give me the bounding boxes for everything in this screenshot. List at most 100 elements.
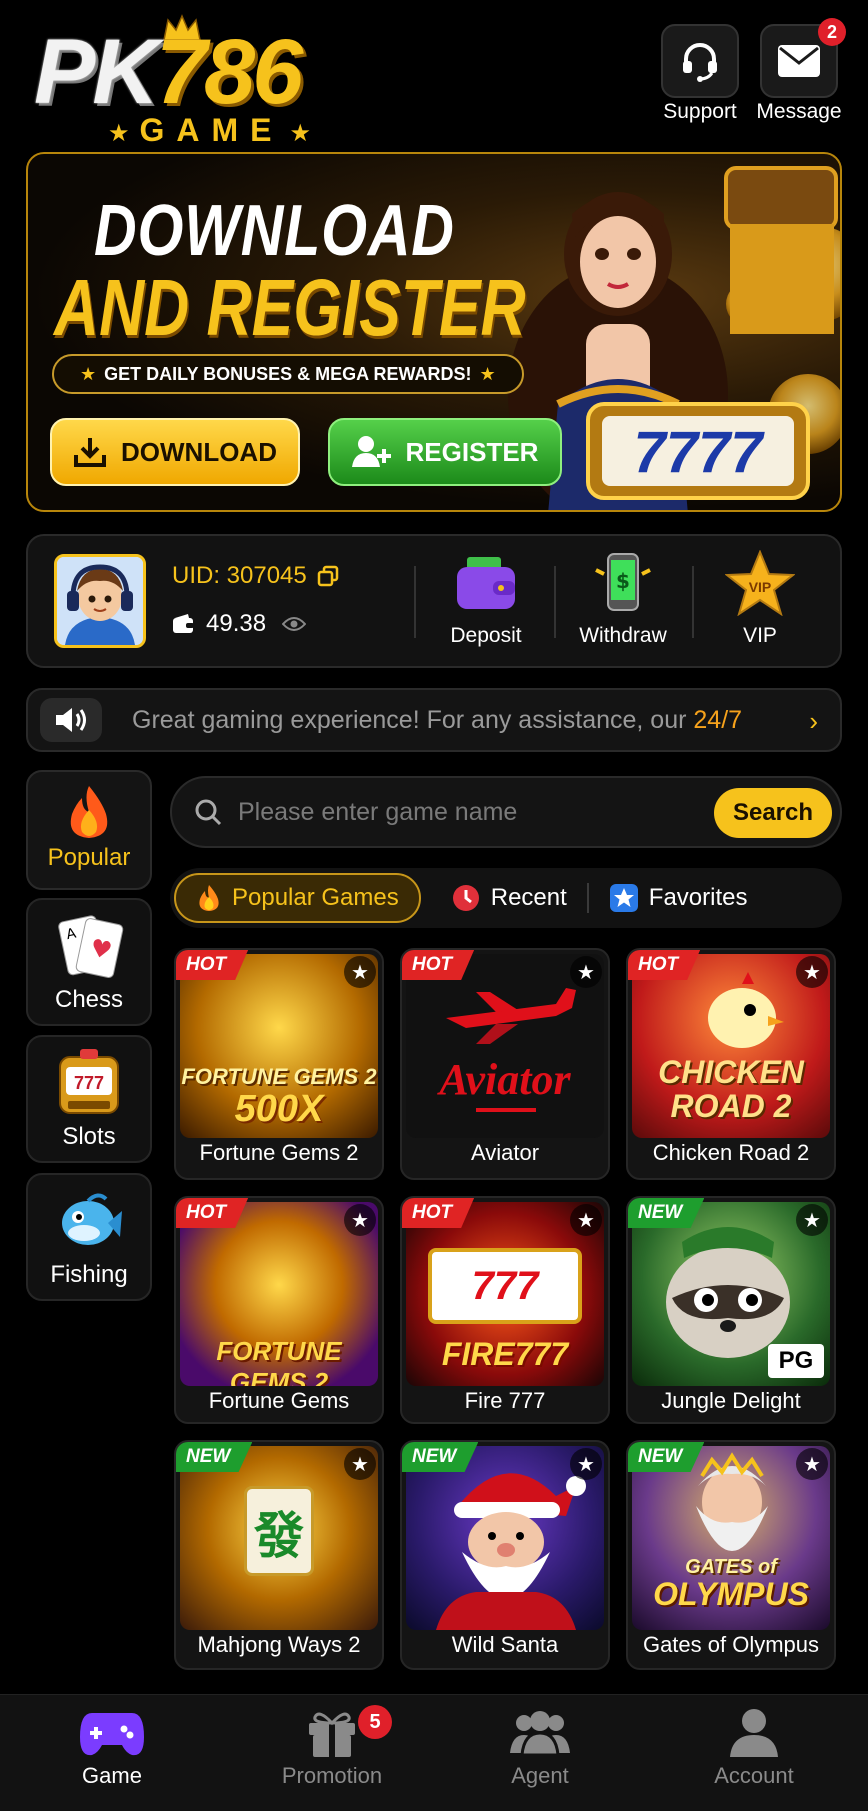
- gamepad-icon: [80, 1713, 144, 1756]
- add-user-icon: [351, 436, 391, 467]
- tab-favorites[interactable]: Favorites: [589, 873, 768, 923]
- fire-icon: [70, 786, 108, 838]
- game-name: Fortune Gems: [208, 1388, 350, 1413]
- category-chess[interactable]: A♠ ♥ Chess: [26, 898, 152, 1026]
- divider: [554, 566, 556, 638]
- search-button[interactable]: Search: [714, 788, 832, 838]
- favorite-star-icon[interactable]: ★: [570, 1204, 602, 1236]
- nav-agent[interactable]: Agent: [460, 1707, 620, 1789]
- favorite-star-icon[interactable]: ★: [796, 1448, 828, 1480]
- support-label: Support: [663, 100, 737, 123]
- game-tabs: Popular Games Recent Favorites: [170, 868, 842, 928]
- balance: 49.38: [172, 610, 307, 638]
- game-card[interactable]: 777 FIRE777 HOT ★ Fire 777: [400, 1196, 610, 1424]
- favorite-star-icon[interactable]: ★: [570, 1448, 602, 1480]
- favorite-star-icon[interactable]: ★: [344, 1448, 376, 1480]
- game-card[interactable]: FORTUNE GEMS 2 HOT ★ Fortune Gems: [174, 1196, 384, 1424]
- cards-icon: A♠ ♥: [58, 915, 124, 979]
- envelope-icon: [778, 45, 820, 77]
- game-card[interactable]: FORTUNE GEMS 2 500X HOT ★ Fortune Gems 2: [174, 948, 384, 1180]
- logo-text: PK786: [34, 21, 303, 123]
- game-name: Chicken Road 2: [652, 1140, 810, 1165]
- game-name: Mahjong Ways 2: [197, 1632, 361, 1657]
- game-name: Fortune Gems 2: [199, 1140, 359, 1165]
- deposit-button[interactable]: Deposit: [426, 548, 546, 658]
- promo-banner[interactable]: A A ♠ 7777 DOWNLOAD AND REGISTER ★ GET D…: [26, 152, 842, 512]
- slot-reels-text: 7777: [633, 420, 765, 485]
- wallet-icon: [173, 614, 194, 633]
- bottom-nav: Game Promotion 5 Agent Account: [0, 1694, 868, 1811]
- message-badge: 2: [818, 18, 846, 46]
- logo-subtitle: ★ GAME ★: [108, 112, 312, 148]
- game-card[interactable]: 發 NEW ★ Mahjong Ways 2: [174, 1440, 384, 1670]
- user-id: UID: 307045: [172, 562, 339, 590]
- support-button[interactable]: [661, 24, 739, 98]
- search-icon: [195, 799, 222, 826]
- tab-recent[interactable]: Recent: [431, 873, 587, 923]
- game-card[interactable]: PG NEW ★ Jungle Delight: [626, 1196, 836, 1424]
- banner-title-line2: AND REGISTER: [54, 263, 526, 352]
- svg-text:777: 777: [74, 1073, 104, 1093]
- favorite-star-icon[interactable]: ★: [570, 956, 602, 988]
- vip-star-icon: VIP: [725, 550, 795, 616]
- group-icon: [510, 1711, 570, 1757]
- message-label: Message: [756, 100, 842, 123]
- promotion-badge: 5: [358, 1705, 392, 1739]
- game-name: Aviator: [470, 1140, 540, 1165]
- star-icon: [609, 884, 638, 912]
- download-icon: [74, 438, 106, 467]
- chevron-right-icon[interactable]: ›: [809, 706, 818, 737]
- category-fishing[interactable]: Fishing: [26, 1173, 152, 1301]
- game-name: Jungle Delight: [661, 1388, 801, 1413]
- nav-game[interactable]: Game: [32, 1707, 192, 1789]
- register-button[interactable]: REGISTER: [328, 418, 562, 486]
- game-name: Fire 777: [464, 1388, 546, 1413]
- game-name: Wild Santa: [451, 1632, 559, 1657]
- copy-icon[interactable]: [317, 565, 339, 587]
- headset-icon: [683, 43, 717, 82]
- pk786-logo[interactable]: PK786 ★ GAME ★: [34, 14, 414, 148]
- gift-icon: [309, 1712, 355, 1757]
- notice-bar[interactable]: Great gaming experience! For any assista…: [26, 688, 842, 752]
- category-slots[interactable]: 777 Slots: [26, 1035, 152, 1163]
- tab-popular-games[interactable]: Popular Games: [174, 873, 421, 923]
- user-card: UID: 307045 49.38 Deposit $ Withdraw VIP…: [26, 534, 842, 668]
- nav-account[interactable]: Account: [674, 1707, 834, 1789]
- vip-button[interactable]: VIP VIP: [700, 548, 820, 658]
- divider: [414, 566, 416, 638]
- fire-icon: [199, 885, 219, 911]
- avatar-image: [57, 557, 143, 645]
- download-button[interactable]: DOWNLOAD: [50, 418, 300, 486]
- game-card[interactable]: CHICKEN ROAD 2 HOT ★ Chicken Road 2: [626, 948, 836, 1180]
- search-input[interactable]: [238, 797, 678, 827]
- game-card[interactable]: GATES of OLYMPUS NEW ★ Gates of Olympus: [626, 1440, 836, 1670]
- phone-cash-icon: $: [595, 553, 651, 611]
- banner-tagline: ★ GET DAILY BONUSES & MEGA REWARDS! ★: [52, 354, 524, 394]
- avatar[interactable]: [54, 554, 146, 648]
- notice-text: Great gaming experience! For any assista…: [132, 705, 743, 734]
- game-card[interactable]: NEW ★ Wild Santa: [400, 1440, 610, 1670]
- clock-icon: [452, 885, 479, 911]
- banner-title-line1: DOWNLOAD: [94, 191, 455, 271]
- withdraw-button[interactable]: $ Withdraw: [563, 548, 683, 658]
- favorite-star-icon[interactable]: ★: [796, 1204, 828, 1236]
- wallet-icon: [457, 557, 515, 609]
- fish-icon: [62, 1193, 122, 1245]
- svg-text:VIP: VIP: [749, 579, 772, 595]
- header: PK786 ★ GAME ★ Support 2 Message: [0, 0, 868, 150]
- game-card[interactable]: Aviator HOT ★ Aviator: [400, 948, 610, 1180]
- eye-icon[interactable]: [282, 616, 307, 632]
- star-icon: ★: [80, 363, 97, 384]
- svg-text:$: $: [616, 569, 630, 593]
- star-icon: ★: [479, 363, 496, 384]
- game-name: Gates of Olympus: [642, 1632, 820, 1657]
- favorite-star-icon[interactable]: ★: [344, 956, 376, 988]
- speaker-icon: [40, 698, 102, 742]
- category-popular[interactable]: Popular: [26, 770, 152, 890]
- favorite-star-icon[interactable]: ★: [796, 956, 828, 988]
- search-bar: Search: [170, 776, 842, 848]
- favorite-star-icon[interactable]: ★: [344, 1204, 376, 1236]
- divider: [692, 566, 694, 638]
- user-icon: [730, 1709, 778, 1757]
- slot-machine-icon: 777: [59, 1049, 119, 1114]
